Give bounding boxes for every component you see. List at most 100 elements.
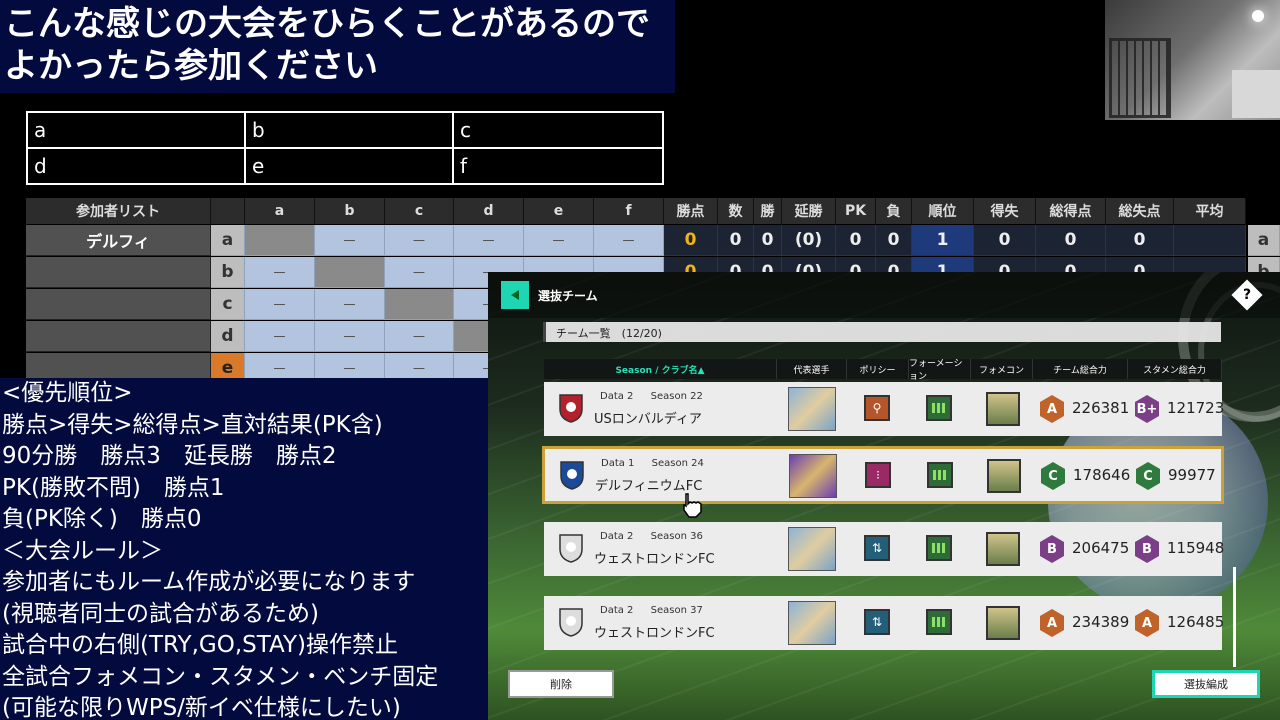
team-rank-badge: A	[1040, 395, 1064, 423]
team-list-label: チーム一覧	[556, 327, 611, 340]
team-total: 206475	[1072, 539, 1130, 557]
player-card-image	[789, 454, 837, 498]
column-player: 代表選手	[777, 359, 847, 379]
team-season: Season 37	[650, 605, 703, 616]
letter-cell: d	[26, 147, 246, 185]
stat-cell: 0	[664, 225, 718, 256]
standings-header: 平均	[1174, 198, 1246, 224]
rule-line: 負(PK除く) 勝点0	[2, 506, 202, 532]
stat-cell: 1	[912, 225, 974, 256]
standings-header: 得失	[974, 198, 1036, 224]
team-row[interactable]: Data 2 Season 37 ウェストロンドンFC ⇅ A 234389 A…	[544, 596, 1225, 650]
match-cell: －	[454, 225, 524, 256]
starter-rank-badge: C	[1136, 462, 1160, 490]
standings-header: a	[245, 198, 315, 224]
help-icon[interactable]: ?	[1231, 279, 1263, 311]
team-meta: Data 1 Season 24	[601, 458, 704, 469]
team-name: ウェストロンドンFC	[594, 626, 715, 641]
team-data: Data 2	[600, 531, 634, 542]
club-crest-icon	[559, 394, 583, 423]
match-cell: －	[315, 225, 385, 256]
team-meta: Data 2 Season 36	[600, 531, 703, 542]
letter-cell: b	[244, 111, 454, 149]
rule-line: 全試合フォメコン・スタメン・ベンチ固定	[2, 663, 439, 690]
team-data: Data 2	[600, 391, 634, 402]
hand-cursor-icon	[683, 493, 702, 518]
match-cell: －	[524, 225, 594, 256]
delete-button[interactable]: 削除	[508, 670, 614, 698]
match-cell	[385, 289, 454, 320]
team-name: ウェストロンドンFC	[594, 552, 715, 567]
starter-total: 121723	[1167, 399, 1225, 417]
team-row[interactable]: Data 2 Season 22 USロンバルディア ⚲ A 226381 B+…	[544, 382, 1225, 436]
team-data: Data 2	[600, 605, 634, 616]
select-team-button[interactable]: 選抜編成	[1152, 670, 1260, 698]
team-row[interactable]: Data 2 Season 36 ウェストロンドンFC ⇅ B 206475 B…	[544, 522, 1225, 576]
player-card-image	[788, 387, 836, 431]
standings-header: 勝点	[664, 198, 718, 224]
stat-cell	[1174, 225, 1246, 256]
stat-cell: 0	[1106, 225, 1174, 256]
club-crest-icon	[559, 608, 583, 637]
stat-cell: 0	[836, 225, 876, 256]
standings-header: 総得点	[1036, 198, 1106, 224]
banner-line-2: よかったら参加ください	[4, 46, 378, 86]
rules-panel: <優先順位> 勝点>得失>総得点>直対結果(PK含) 90分勝 勝点3 延長勝 勝点…	[0, 378, 490, 720]
match-cell: －	[385, 225, 454, 256]
participant-letter-right: a	[1248, 225, 1280, 256]
standings-header	[211, 198, 245, 224]
team-row[interactable]: Data 1 Season 24 デルフィニウムFC ⁝ C 178646 C …	[542, 446, 1224, 504]
standings-header: 延勝	[782, 198, 836, 224]
fomecon-card-image	[986, 606, 1020, 640]
team-rank-badge: B	[1040, 535, 1064, 563]
club-crest-icon	[560, 461, 584, 490]
club-crest-icon	[559, 534, 583, 563]
team-season: Season 24	[651, 458, 704, 469]
rule-line: 試合中の右側(TRY,GO,STAY)操作禁止	[2, 632, 398, 658]
policy-icon: ⁝	[865, 462, 891, 488]
back-button[interactable]	[501, 281, 529, 309]
standings-header: c	[385, 198, 454, 224]
standings-header: 総失点	[1106, 198, 1174, 224]
participant-name	[26, 289, 211, 320]
team-total: 234389	[1072, 613, 1130, 631]
match-cell: －	[245, 321, 315, 352]
rule-line: PK(勝敗不問) 勝点1	[2, 474, 225, 501]
rule-line: ＜大会ルール＞	[2, 537, 163, 564]
rule-line: (可能な限りWPS/新イベ仕様にしたい)	[2, 695, 401, 720]
game-topbar: 選抜チーム ?	[488, 272, 1280, 318]
participant-letter: a	[211, 225, 245, 256]
participant-letter: d	[211, 321, 245, 352]
game-window: 選抜チーム ? チーム一覧 (12/20) Season / クラブ名▲ 代表選…	[488, 272, 1280, 720]
letter-cell: a	[26, 111, 246, 149]
team-total: 226381	[1072, 399, 1130, 417]
formation-icon	[926, 395, 952, 421]
stat-cell: 0	[718, 225, 754, 256]
letter-grid: a b c d e f	[26, 111, 664, 185]
match-cell: －	[594, 225, 664, 256]
standings-header: d	[454, 198, 524, 224]
stat-cell: 0	[876, 225, 912, 256]
stat-cell: 0	[754, 225, 782, 256]
column-season-club[interactable]: Season / クラブ名▲	[544, 359, 777, 379]
standings-header: b	[315, 198, 385, 224]
starter-total: 126485	[1167, 613, 1225, 631]
stat-cell: 0	[1036, 225, 1106, 256]
team-meta: Data 2 Season 37	[600, 605, 703, 616]
team-data: Data 1	[601, 458, 635, 469]
column-team-total: チーム総合力	[1033, 359, 1128, 379]
scrollbar[interactable]	[1233, 567, 1236, 667]
starter-rank-badge: B+	[1135, 395, 1159, 423]
match-cell	[315, 257, 385, 288]
formation-icon	[927, 462, 953, 488]
match-cell: －	[315, 321, 385, 352]
fomecon-card-image	[986, 392, 1020, 426]
standings-header: f	[594, 198, 664, 224]
starter-rank-badge: B	[1135, 535, 1159, 563]
standings-header: e	[524, 198, 594, 224]
starter-total: 115948	[1167, 539, 1225, 557]
policy-icon: ⇅	[864, 609, 890, 635]
webcam-feed	[1105, 0, 1280, 120]
screen-title: 選抜チーム	[538, 289, 598, 303]
letter-cell: e	[244, 147, 454, 185]
